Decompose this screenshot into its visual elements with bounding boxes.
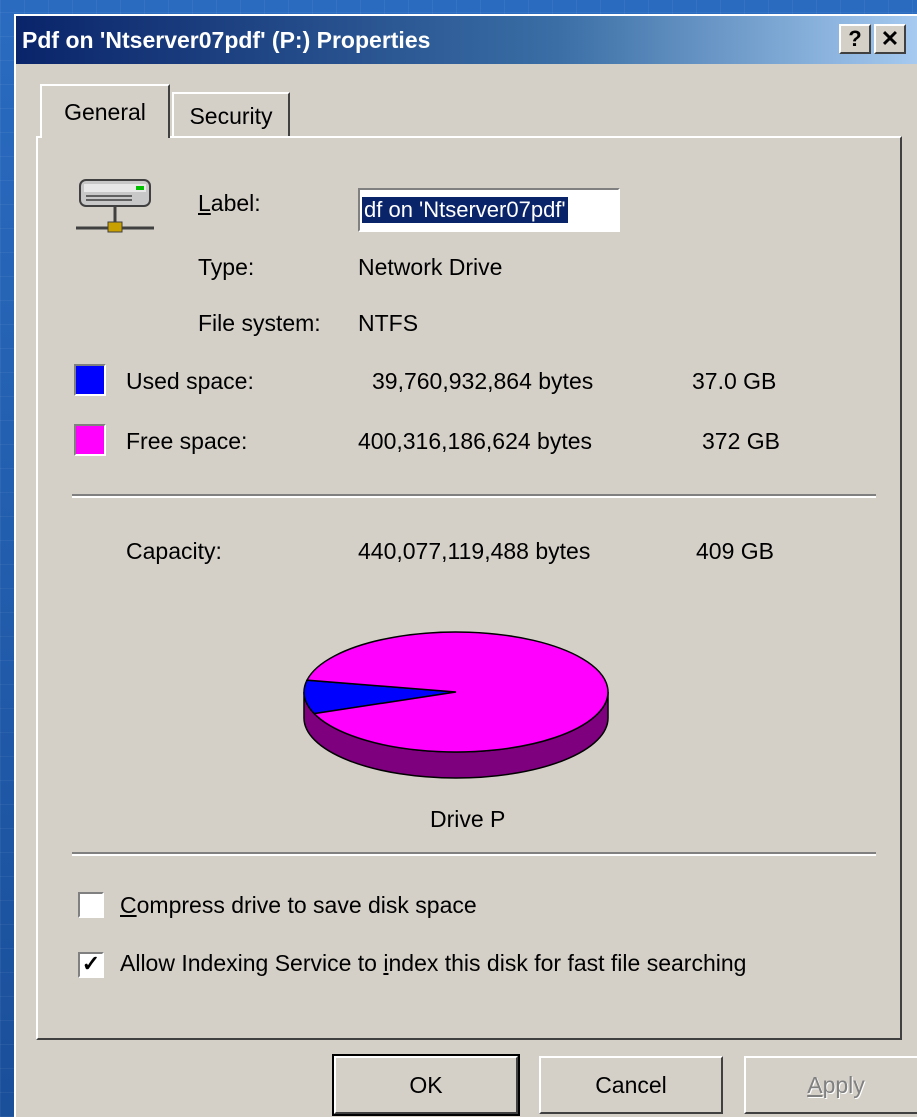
close-button[interactable]: ✕ [874,24,906,54]
label-input[interactable]: df on 'Ntserver07pdf' [358,188,620,232]
help-button[interactable]: ? [839,24,871,54]
window-title: Pdf on 'Ntserver07pdf' (P:) Properties [22,26,431,53]
label-input-value: df on 'Ntserver07pdf' [361,196,569,224]
type-value: Network Drive [358,254,503,280]
indexing-checkbox[interactable]: ✓ [78,952,104,978]
file-system-value: NTFS [358,310,419,336]
tab-security[interactable]: Security [172,92,290,138]
free-space-bytes: 400,316,186,624 bytes [358,428,593,454]
cancel-button[interactable]: Cancel [539,1056,723,1114]
compress-label[interactable]: Compress drive to save disk space [120,892,477,919]
type-caption: Type: [198,254,255,280]
used-space-swatch [74,364,106,396]
free-space-size: 372 GB [702,428,780,454]
compress-checkbox[interactable] [78,892,104,918]
capacity-caption: Capacity: [126,538,222,564]
capacity-bytes: 440,077,119,488 bytes [358,538,591,564]
tab-general-label: General [64,98,146,125]
tab-security-label: Security [189,102,273,129]
network-drive-icon [76,179,154,233]
drive-usage-pie-chart [303,631,609,779]
used-space-bytes: 39,760,932,864 bytes [372,368,594,394]
apply-button[interactable]: Apply [744,1056,917,1114]
properties-dialog: Pdf on 'Ntserver07pdf' (P:) Properties ?… [14,14,917,1117]
indexing-label[interactable]: Allow Indexing Service to index this dis… [120,950,746,977]
drive-caption: Drive P [430,806,506,832]
title-bar[interactable]: Pdf on 'Ntserver07pdf' (P:) Properties ?… [16,16,917,64]
label-caption: Label: [198,190,261,216]
free-space-swatch [74,424,106,456]
separator [72,494,876,498]
capacity-size: 409 GB [696,538,774,564]
tab-general[interactable]: General [40,84,170,138]
free-space-caption: Free space: [126,428,248,454]
file-system-caption: File system: [198,310,321,336]
separator [72,852,876,856]
used-space-caption: Used space: [126,368,254,394]
used-space-size: 37.0 GB [692,368,777,394]
ok-button[interactable]: OK [332,1054,520,1116]
